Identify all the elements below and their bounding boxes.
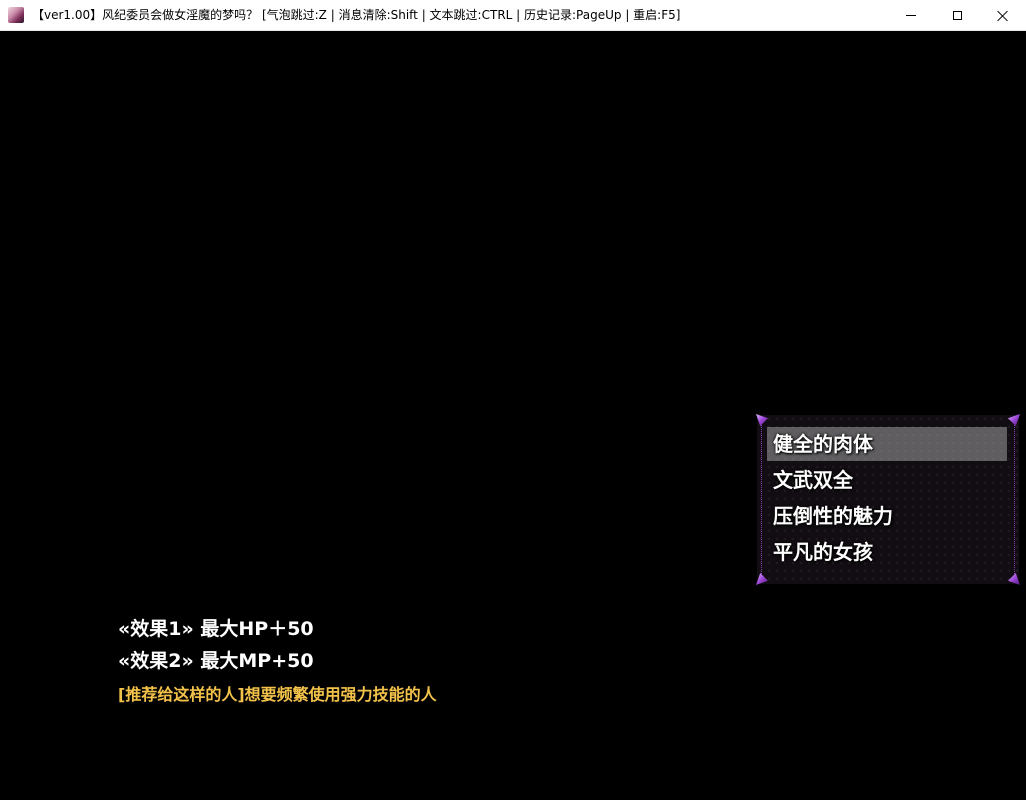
choice-overwhelming-charm[interactable]: 压倒性的魅力 bbox=[767, 499, 1007, 533]
choice-window-right-border bbox=[1014, 425, 1015, 574]
corner-ornament-icon bbox=[1008, 573, 1020, 585]
maximize-icon bbox=[952, 11, 962, 20]
choice-window: 健全的肉体 文武双全 压倒性的魅力 平凡的女孩 bbox=[756, 414, 1020, 585]
recommendation-text: [推荐给这样的人]想要频繁使用强力技能的人 bbox=[118, 685, 437, 704]
choice-ordinary-girl[interactable]: 平凡的女孩 bbox=[767, 535, 1007, 569]
window-title: 【ver1.00】风纪委员会做女淫魔的梦吗？ [气泡跳过:Z | 消息清除:Sh… bbox=[32, 8, 681, 22]
app-icon bbox=[8, 7, 24, 23]
close-icon bbox=[997, 10, 1009, 22]
choice-healthy-body[interactable]: 健全的肉体 bbox=[767, 427, 1007, 461]
maximize-button[interactable] bbox=[934, 0, 980, 31]
minimize-button[interactable] bbox=[888, 0, 934, 31]
corner-ornament-icon bbox=[756, 573, 768, 585]
effect-1-text: «效果1» 最大HP＋50 bbox=[118, 618, 314, 640]
minimize-icon bbox=[906, 15, 916, 16]
close-button[interactable] bbox=[980, 0, 1026, 31]
choice-literary-martial[interactable]: 文武双全 bbox=[767, 463, 1007, 497]
choice-window-left-border bbox=[761, 425, 762, 574]
title-bar[interactable]: 【ver1.00】风纪委员会做女淫魔的梦吗？ [气泡跳过:Z | 消息清除:Sh… bbox=[0, 0, 1026, 31]
game-window: 【ver1.00】风纪委员会做女淫魔的梦吗？ [气泡跳过:Z | 消息清除:Sh… bbox=[0, 0, 1026, 800]
effect-2-text: «效果2» 最大MP+50 bbox=[118, 650, 314, 672]
corner-ornament-icon bbox=[756, 414, 768, 426]
